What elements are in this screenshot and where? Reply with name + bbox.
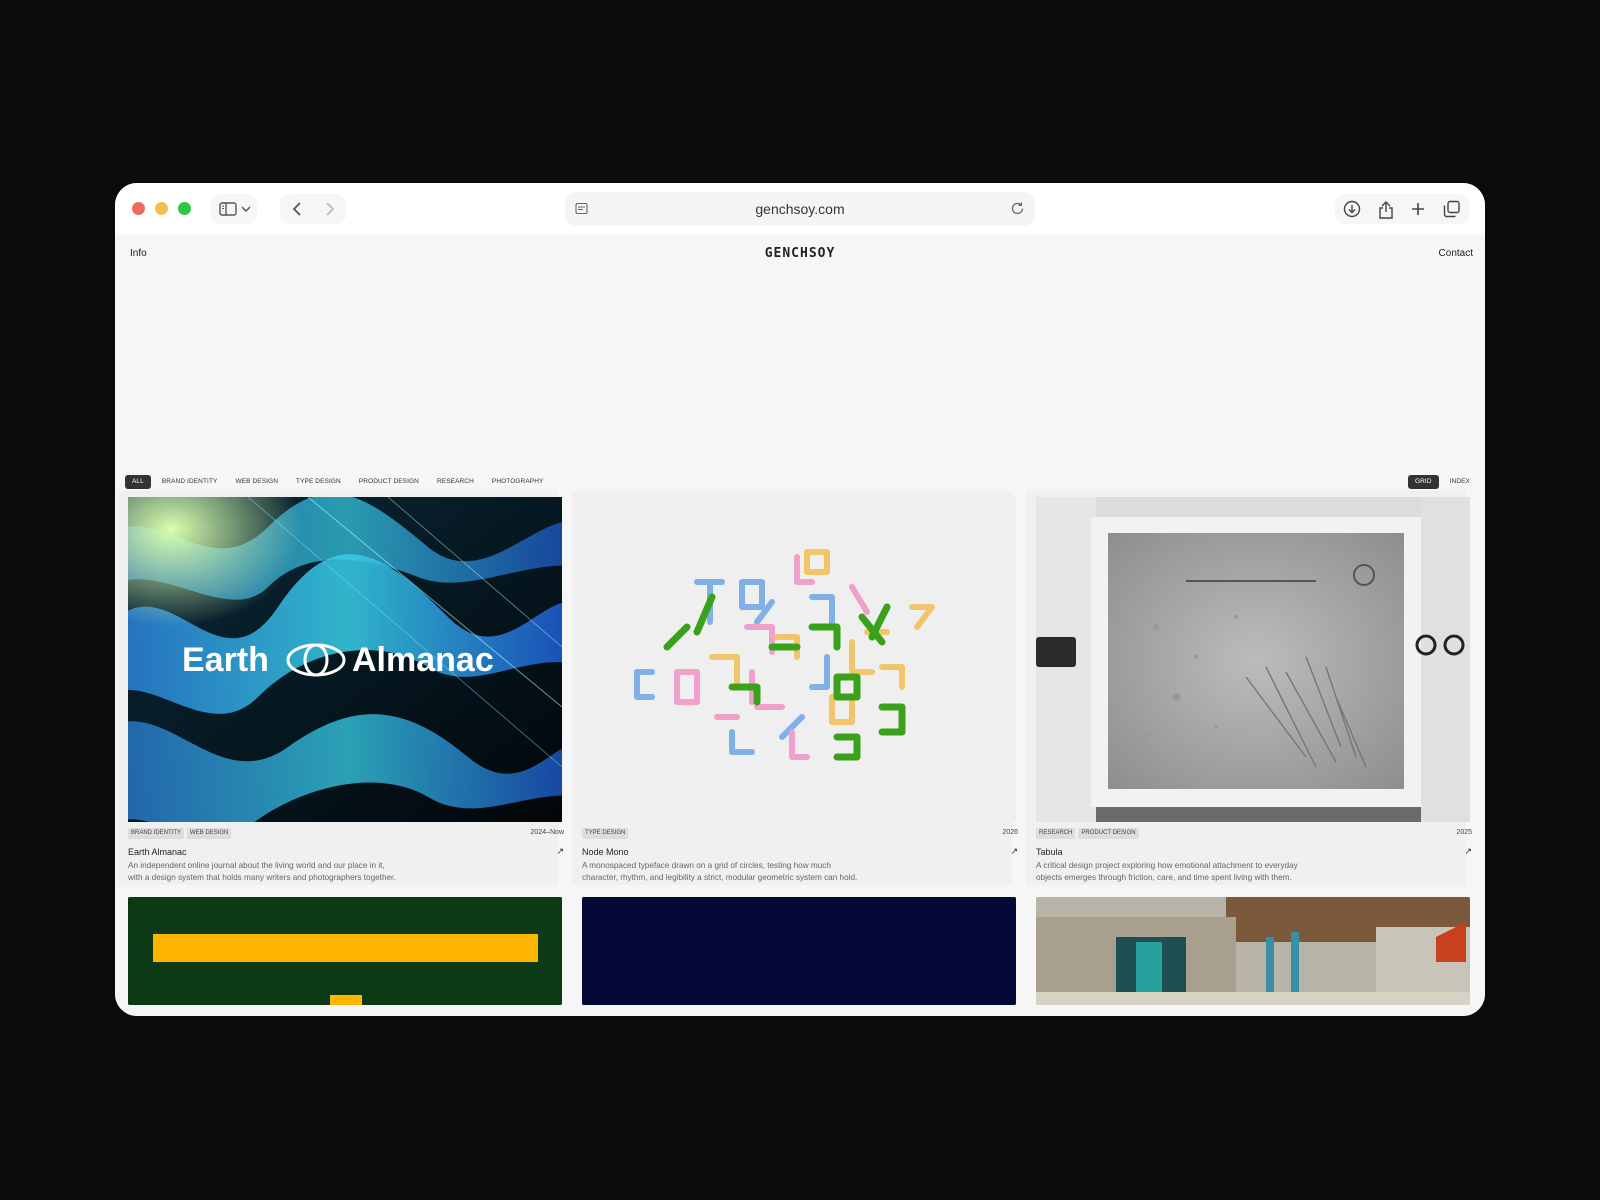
contact-link[interactable]: Contact (1439, 248, 1473, 259)
project-year: 2024–Now (530, 829, 564, 836)
project-title[interactable]: Earth Almanac (128, 847, 187, 857)
description-line: with a design system that holds many wri… (128, 872, 396, 882)
filter-all[interactable]: ALL (125, 475, 151, 489)
sidebar-toggle-button[interactable] (211, 194, 257, 224)
project-image-earth-almanac: Earth Almanac (128, 497, 562, 822)
project-title[interactable]: Tabula (1036, 847, 1063, 857)
description-line: A monospaced typeface drawn on a grid of… (582, 861, 831, 870)
description-line: A critical design project exploring how … (1036, 861, 1298, 870)
zoom-window-button[interactable] (178, 202, 191, 215)
project-image-partial[interactable] (582, 897, 1016, 1005)
project-card[interactable]: RESEARCH PRODUCT DESIGN 2025 Tabula ↗ A … (1026, 491, 1472, 885)
browser-toolbar: genchsoy.com (115, 183, 1485, 235)
description-line: objects emerges through friction, care, … (1036, 872, 1292, 882)
project-image-node-mono (582, 497, 1016, 822)
forward-icon[interactable] (325, 201, 335, 217)
minimize-window-button[interactable] (155, 202, 168, 215)
project-year: 2025 (1456, 829, 1472, 836)
earth-almanac-wordmark-left: Earth (182, 641, 269, 679)
web-page: Info GENCHSOY Contact ALL BRAND IDENTITY… (115, 235, 1485, 1016)
download-icon[interactable] (1343, 200, 1361, 218)
description-line: character, rhythm, and legibility a stri… (582, 872, 858, 882)
external-arrow-icon[interactable]: ↗ (1464, 846, 1472, 857)
project-image-tabula (1036, 497, 1470, 822)
plus-icon[interactable] (1410, 201, 1426, 217)
view-index-button[interactable]: INDEX (1443, 475, 1477, 489)
external-arrow-icon[interactable]: ↗ (1010, 846, 1018, 857)
view-grid-button[interactable]: GRID (1407, 475, 1439, 489)
chevron-down-icon (241, 206, 251, 212)
project-description: An independent online journal about the … (128, 860, 448, 883)
filter-product-design[interactable]: PRODUCT DESIGN (352, 475, 426, 489)
filter-photography[interactable]: PHOTOGRAPHY (485, 475, 551, 489)
address-bar[interactable]: genchsoy.com (565, 192, 1035, 226)
project-tags: BRAND IDENTITY WEB DESIGN (128, 828, 232, 839)
project-tag: WEB DESIGN (187, 828, 232, 839)
browser-window: genchsoy.com Info GENCHSOY Contact ALL B… (115, 183, 1485, 1016)
view-toggle: GRID INDEX (1407, 475, 1477, 489)
project-year: 2026 (1002, 829, 1018, 836)
project-tags: TYPE DESIGN (582, 828, 629, 839)
project-description: A critical design project exploring how … (1036, 860, 1356, 883)
reload-icon[interactable] (1010, 201, 1025, 216)
project-card[interactable]: TYPE DESIGN 2026 Node Mono ↗ A monospace… (572, 491, 1018, 885)
filter-brand-identity[interactable]: BRAND IDENTITY (155, 475, 225, 489)
project-description: A monospaced typeface drawn on a grid of… (582, 860, 922, 883)
filter-type-design[interactable]: TYPE DESIGN (289, 475, 348, 489)
close-window-button[interactable] (132, 202, 145, 215)
category-filters: ALL BRAND IDENTITY WEB DESIGN TYPE DESIG… (125, 475, 554, 489)
tabs-icon[interactable] (1443, 200, 1461, 218)
filter-web-design[interactable]: WEB DESIGN (228, 475, 285, 489)
share-icon[interactable] (1378, 200, 1394, 219)
description-line: An independent online journal about the … (128, 861, 385, 870)
project-tag: TYPE DESIGN (582, 828, 629, 839)
project-tags: RESEARCH PRODUCT DESIGN (1036, 828, 1139, 839)
site-header: Info GENCHSOY Contact (115, 235, 1485, 269)
project-tag: BRAND IDENTITY (128, 828, 185, 839)
earth-almanac-wordmark-right: Almanac (352, 641, 494, 679)
filter-research[interactable]: RESEARCH (430, 475, 481, 489)
project-title[interactable]: Node Mono (582, 847, 629, 857)
sidebar-icon (219, 202, 237, 216)
browser-actions (1335, 194, 1469, 224)
project-card[interactable]: Earth Almanac BRAND IDENTITY WEB DESIGN … (118, 491, 564, 885)
project-tag: RESEARCH (1036, 828, 1076, 839)
project-image-partial[interactable] (1036, 897, 1470, 1005)
project-tag: PRODUCT DESIGN (1078, 828, 1139, 839)
external-arrow-icon[interactable]: ↗ (556, 846, 564, 857)
url-text: genchsoy.com (755, 201, 845, 217)
back-icon[interactable] (292, 201, 302, 217)
history-nav (280, 194, 346, 224)
project-image-partial[interactable] (128, 897, 562, 1005)
site-logo[interactable]: GENCHSOY (115, 246, 1485, 261)
